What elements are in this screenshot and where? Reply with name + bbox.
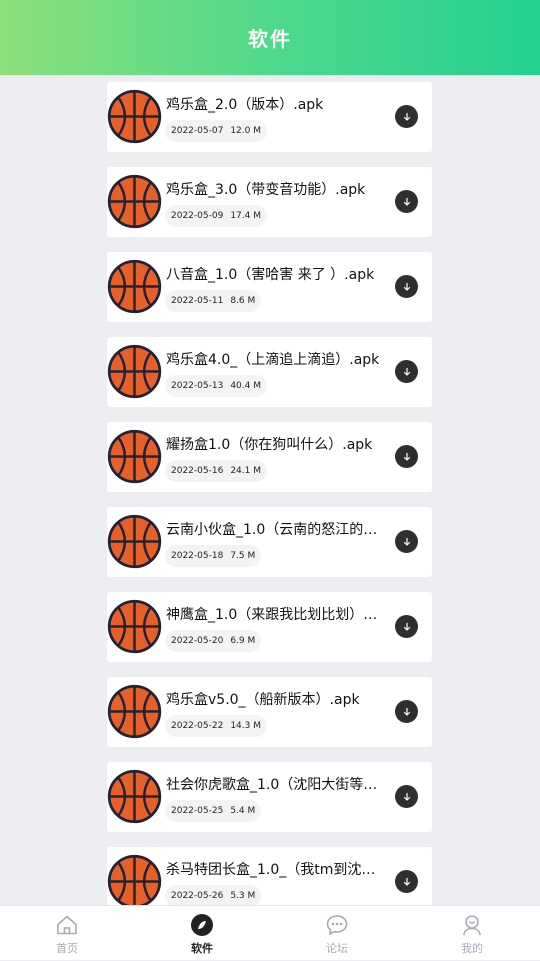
tab-label: 我的: [461, 942, 483, 955]
file-date: 2022-05-16: [171, 466, 224, 476]
file-card[interactable]: 鸡乐盒v5.0_（船新版本）.apk 2022-05-22 14.3 M: [107, 677, 432, 747]
app-header: 软件: [0, 0, 540, 75]
file-card[interactable]: 云南小伙盒_1.0（云南的怒江的… 2022-05-18 7.5 M: [107, 507, 432, 577]
home-icon: [57, 915, 77, 935]
download-arrow-icon: [403, 537, 410, 546]
file-date: 2022-05-25: [171, 806, 224, 816]
file-date: 2022-05-13: [171, 381, 224, 391]
download-button[interactable]: [395, 700, 418, 723]
basketball-icon: [107, 854, 162, 905]
download-button[interactable]: [395, 105, 418, 128]
download-button[interactable]: [395, 530, 418, 553]
file-date: 2022-05-11: [171, 296, 224, 306]
file-size: 17.4 M: [230, 211, 261, 221]
download-arrow-icon: [403, 622, 410, 631]
download-button[interactable]: [395, 445, 418, 468]
download-button[interactable]: [395, 190, 418, 213]
download-arrow-icon: [403, 877, 410, 886]
basketball-icon: [107, 684, 162, 739]
page-title: 软件: [248, 27, 292, 51]
file-date: 2022-05-22: [171, 721, 224, 731]
download-arrow-icon: [403, 707, 410, 716]
forum-chat-icon: [326, 915, 348, 935]
file-card[interactable]: 鸡乐盒_3.0（带变音功能）.apk 2022-05-09 17.4 M: [107, 167, 432, 237]
software-list[interactable]: 鸡乐盒_2.0（版本）.apk 2022-05-07 12.0 M 鸡乐盒_3.…: [0, 75, 540, 905]
file-name: 鸡乐盒_3.0（带变音功能）.apk: [166, 182, 366, 198]
basketball-icon: [107, 89, 162, 144]
software-icon: [191, 914, 213, 936]
file-size: 40.4 M: [230, 381, 261, 391]
file-card[interactable]: 神鹰盒_1.0（来跟我比划比划）.… 2022-05-20 6.9 M: [107, 592, 432, 662]
basketball-icon: [107, 259, 162, 314]
file-meta: 2022-05-13 40.4 M: [165, 375, 267, 397]
file-name: 鸡乐盒_2.0（版本）.apk: [166, 97, 324, 113]
file-size: 6.9 M: [230, 636, 256, 646]
file-meta: 2022-05-26 5.3 M: [165, 885, 262, 905]
file-size: 14.3 M: [230, 721, 261, 731]
tab-home[interactable]: 首页: [17, 906, 117, 961]
download-button[interactable]: [395, 870, 418, 893]
file-name: 鸡乐盒4.0_（上滴追上滴追）.apk: [166, 352, 380, 368]
file-size: 5.3 M: [230, 891, 256, 901]
file-meta: 2022-05-25 5.4 M: [165, 800, 262, 822]
tab-label: 软件: [191, 942, 213, 955]
basketball-icon: [107, 429, 162, 484]
profile-icon: [463, 915, 481, 936]
file-card[interactable]: 鸡乐盒4.0_（上滴追上滴追）.apk 2022-05-13 40.4 M: [107, 337, 432, 407]
file-date: 2022-05-26: [171, 891, 224, 901]
file-date: 2022-05-07: [171, 126, 224, 136]
download-arrow-icon: [403, 367, 410, 376]
file-meta: 2022-05-20 6.9 M: [165, 630, 262, 652]
file-card[interactable]: 八音盒_1.0（害哈害 来了 ）.apk 2022-05-11 8.6 M: [107, 252, 432, 322]
file-meta: 2022-05-18 7.5 M: [165, 545, 262, 567]
file-name: 神鹰盒_1.0（来跟我比划比划）.…: [166, 607, 381, 623]
file-size: 8.6 M: [230, 296, 256, 306]
file-size: 24.1 M: [230, 466, 261, 476]
file-name: 杀马特团长盒_1.0_（我tm到沈…: [166, 862, 376, 878]
tab-label: 首页: [56, 942, 78, 955]
download-arrow-icon: [403, 112, 410, 121]
download-arrow-icon: [403, 197, 410, 206]
file-name: 云南小伙盒_1.0（云南的怒江的…: [166, 522, 378, 538]
file-card[interactable]: 耀扬盒1.0（你在狗叫什么）.apk 2022-05-16 24.1 M: [107, 422, 432, 492]
tab-label: 论坛: [326, 942, 348, 955]
bottom-tab-bar: 首页 软件 论坛 我的: [0, 905, 540, 960]
file-size: 7.5 M: [230, 551, 256, 561]
tab-software[interactable]: 软件: [152, 906, 252, 961]
file-meta: 2022-05-07 12.0 M: [165, 120, 267, 142]
download-arrow-icon: [403, 282, 410, 291]
download-button[interactable]: [395, 615, 418, 638]
file-date: 2022-05-20: [171, 636, 224, 646]
tab-forum[interactable]: 论坛: [287, 906, 387, 961]
download-button[interactable]: [395, 785, 418, 808]
basketball-icon: [107, 514, 162, 569]
download-arrow-icon: [403, 452, 410, 461]
file-meta: 2022-05-11 8.6 M: [165, 290, 262, 312]
download-button[interactable]: [395, 360, 418, 383]
file-name: 耀扬盒1.0（你在狗叫什么）.apk: [166, 437, 373, 453]
file-date: 2022-05-18: [171, 551, 224, 561]
file-size: 5.4 M: [230, 806, 256, 816]
download-button[interactable]: [395, 275, 418, 298]
file-name: 八音盒_1.0（害哈害 来了 ）.apk: [166, 267, 375, 283]
file-meta: 2022-05-22 14.3 M: [165, 715, 267, 737]
file-card[interactable]: 社会你虎歌盒_1.0（沈阳大街等… 2022-05-25 5.4 M: [107, 762, 432, 832]
download-arrow-icon: [403, 792, 410, 801]
basketball-icon: [107, 344, 162, 399]
file-meta: 2022-05-09 17.4 M: [165, 205, 267, 227]
file-date: 2022-05-09: [171, 211, 224, 221]
file-card[interactable]: 杀马特团长盒_1.0_（我tm到沈… 2022-05-26 5.3 M: [107, 847, 432, 905]
file-size: 12.0 M: [230, 126, 261, 136]
basketball-icon: [107, 599, 162, 654]
file-meta: 2022-05-16 24.1 M: [165, 460, 267, 482]
basketball-icon: [107, 174, 162, 229]
file-name: 鸡乐盒v5.0_（船新版本）.apk: [166, 692, 360, 708]
tab-profile[interactable]: 我的: [422, 906, 522, 961]
basketball-icon: [107, 769, 162, 824]
file-card[interactable]: 鸡乐盒_2.0（版本）.apk 2022-05-07 12.0 M: [107, 82, 432, 152]
file-name: 社会你虎歌盒_1.0（沈阳大街等…: [166, 777, 378, 793]
